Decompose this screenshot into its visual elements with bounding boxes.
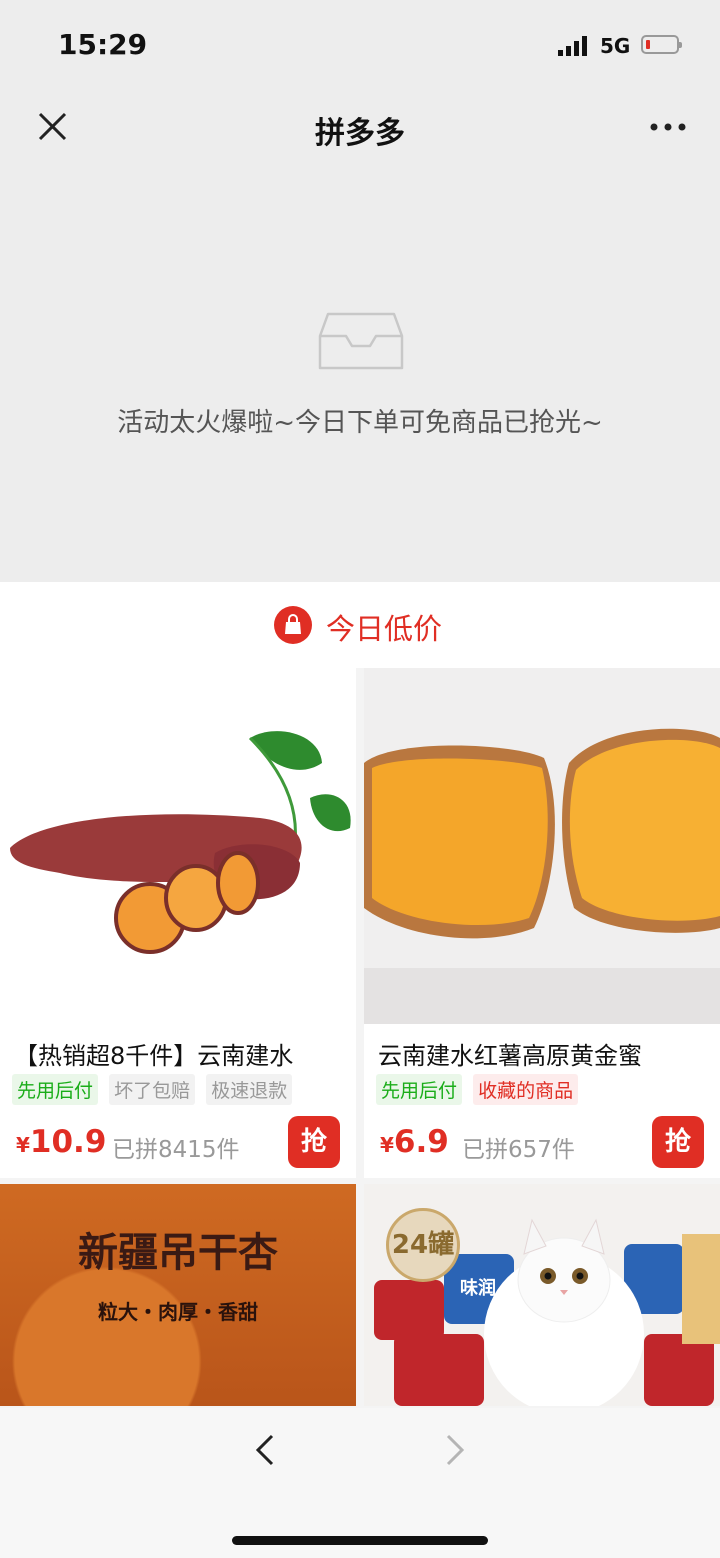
status-time: 15:29 xyxy=(58,28,148,61)
empty-message: 活动太火爆啦~今日下单可免商品已抢光~ xyxy=(117,408,603,438)
product-title: 云南建水红薯高原黄金蜜 xyxy=(378,1042,642,1070)
product-card[interactable]: 云南建水红薯高原黄金蜜 先用后付 收藏的商品 ¥6.9 已拼657件 抢 xyxy=(364,668,720,1178)
tag-list: 先用后付 收藏的商品 xyxy=(376,1074,584,1106)
more-button[interactable] xyxy=(640,104,696,150)
sweet-potato-image xyxy=(364,668,720,1024)
sweet-potato-image xyxy=(0,668,356,1024)
section-title: 今日低价 xyxy=(326,612,443,646)
image-subtitle: 粒大・肉厚・香甜 xyxy=(98,1300,258,1324)
tag-pay-later: 先用后付 xyxy=(376,1074,463,1105)
sold-count: 已拼8415件 xyxy=(112,1137,240,1163)
product-grid: 【热销超8千件】云南建水 先用后付 坏了包赔 极速退款 ¥10.9 已拼8415… xyxy=(0,668,720,1408)
nav-bar: 拼多多 xyxy=(0,90,720,168)
product-card[interactable]: 24罐 味润 xyxy=(364,1184,720,1406)
tag-list: 先用后付 坏了包赔 极速退款 xyxy=(12,1074,298,1106)
bottom-toolbar xyxy=(0,1408,720,1558)
status-bar: 15:29 5G xyxy=(0,0,720,90)
can-count-badge: 24罐 xyxy=(386,1208,460,1282)
shopping-bag-icon xyxy=(274,606,312,644)
can-label: 味润 xyxy=(460,1278,496,1299)
grab-button[interactable]: 抢 xyxy=(652,1116,704,1168)
product-card[interactable]: 新疆吊干杏 粒大・肉厚・香甜 xyxy=(0,1184,356,1406)
page-title: 拼多多 xyxy=(315,116,405,151)
product-card[interactable]: 【热销超8千件】云南建水 先用后付 坏了包赔 极速退款 ¥10.9 已拼8415… xyxy=(0,668,356,1178)
grab-button[interactable]: 抢 xyxy=(288,1116,340,1168)
apricot-image xyxy=(0,1184,356,1406)
tag-fast-refund: 极速退款 xyxy=(206,1074,293,1105)
more-icon xyxy=(650,123,686,131)
inbox-icon xyxy=(318,312,404,370)
tag-pay-later: 先用后付 xyxy=(12,1074,99,1105)
home-indicator[interactable] xyxy=(232,1536,488,1545)
battery-icon xyxy=(641,35,682,54)
currency-symbol: ¥ xyxy=(16,1133,30,1157)
forward-button[interactable] xyxy=(432,1428,476,1472)
sold-count: 已拼657件 xyxy=(462,1137,575,1163)
price-value: 10.9 xyxy=(29,1124,107,1160)
product-price: ¥10.9 xyxy=(16,1124,106,1160)
product-title: 【热销超8千件】云南建水 xyxy=(14,1042,294,1070)
chevron-left-icon xyxy=(255,1434,274,1466)
tag-damage-refund: 坏了包赔 xyxy=(109,1074,196,1105)
product-price: ¥6.9 xyxy=(380,1124,449,1160)
signal-icon xyxy=(558,36,587,56)
image-title: 新疆吊干杏 xyxy=(78,1229,278,1276)
currency-symbol: ¥ xyxy=(380,1133,394,1157)
tag-favorited: 收藏的商品 xyxy=(473,1074,579,1105)
network-type: 5G xyxy=(600,34,631,58)
empty-state: 活动太火爆啦~今日下单可免商品已抢光~ xyxy=(0,168,720,582)
back-button[interactable] xyxy=(244,1428,288,1472)
price-value: 6.9 xyxy=(393,1124,449,1160)
section-header: 今日低价 xyxy=(0,582,720,668)
chevron-right-icon xyxy=(446,1434,465,1466)
